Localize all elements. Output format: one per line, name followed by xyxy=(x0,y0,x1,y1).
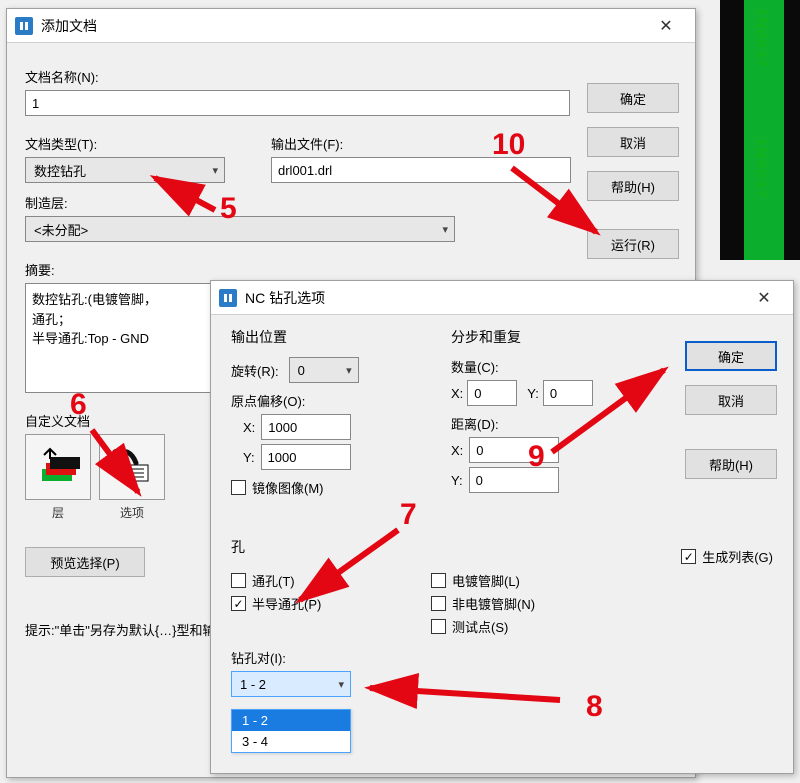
output-pos-group-label: 输出位置 xyxy=(231,327,441,347)
ok-button[interactable]: 确定 xyxy=(587,83,679,113)
testpoint-label: 测试点(S) xyxy=(452,617,508,636)
generate-list-label: 生成列表(G) xyxy=(702,547,773,566)
origin-y-input[interactable] xyxy=(261,444,351,470)
summary-textarea[interactable]: 数控钻孔:(电镀管脚， 通孔； 半导通孔:Top - GND xyxy=(25,283,225,393)
nonplated-label: 非电镀管脚(N) xyxy=(452,594,535,613)
checkbox-box xyxy=(431,619,446,634)
checkbox-box xyxy=(231,573,246,588)
cancel-button[interactable]: 取消 xyxy=(587,127,679,157)
doc-name-input[interactable] xyxy=(25,90,570,116)
rotate-combo[interactable]: 0 ▾ xyxy=(289,357,359,383)
fab-layer-label: 制造层: xyxy=(25,193,573,212)
plated-pin-checkbox[interactable]: 电镀管脚(L) xyxy=(431,571,601,590)
y-label: Y: xyxy=(527,386,539,401)
layer-tool-label: 层 xyxy=(25,504,91,521)
close-button[interactable]: ✕ xyxy=(743,284,785,312)
doc-type-combo[interactable]: 数控钻孔 ▾ xyxy=(25,157,225,183)
count-label: 数量(C): xyxy=(451,357,651,376)
layer-tool-button[interactable] xyxy=(25,434,91,500)
drill-pair-dropdown[interactable]: 1 - 2 3 - 4 xyxy=(231,709,351,753)
fab-layer-value: <未分配> xyxy=(34,220,88,239)
run-button[interactable]: 运行(R) xyxy=(587,229,679,259)
pcb-label: 1N0037 xyxy=(754,8,770,69)
x-label: X: xyxy=(243,420,255,435)
y-label: Y: xyxy=(243,450,255,465)
dropdown-option[interactable]: 3 - 4 xyxy=(232,731,350,752)
rotate-label: 旋转(R): xyxy=(231,361,279,380)
checkbox-box xyxy=(431,573,446,588)
drill-pair-label: 钻孔对(I): xyxy=(231,648,651,667)
count-x-input[interactable] xyxy=(467,380,517,406)
distance-label: 距离(D): xyxy=(451,414,651,433)
x-label: X: xyxy=(451,386,463,401)
partial-label: 半导通孔(P) xyxy=(252,594,321,613)
output-file-input[interactable] xyxy=(271,157,571,183)
fab-layer-combo[interactable]: <未分配> ▾ xyxy=(25,216,455,242)
drill-pair-value: 1 - 2 xyxy=(240,677,266,692)
ok-button[interactable]: 确定 xyxy=(685,341,777,371)
app-icon xyxy=(15,17,33,35)
plated-label: 电镀管脚(L) xyxy=(452,571,520,590)
mirror-checkbox[interactable]: 镜像图像(M) xyxy=(231,478,441,497)
chevron-down-icon: ▾ xyxy=(212,164,218,177)
through-hole-checkbox[interactable]: 通孔(T) xyxy=(231,571,381,590)
checkbox-box xyxy=(231,480,246,495)
close-button[interactable]: ✕ xyxy=(645,12,687,40)
output-file-label: 输出文件(F): xyxy=(271,134,573,153)
generate-list-checkbox[interactable]: ✓ 生成列表(G) xyxy=(681,547,773,566)
doc-type-label: 文档类型(T): xyxy=(25,134,245,153)
y-label: Y: xyxy=(451,473,463,488)
pcb-background-2: 1N0037 xyxy=(720,130,800,260)
testpoint-checkbox[interactable]: 测试点(S) xyxy=(431,617,601,636)
drill-pair-combo[interactable]: 1 - 2 ▾ xyxy=(231,671,351,697)
chevron-down-icon: ▾ xyxy=(338,678,344,691)
checkbox-box: ✓ xyxy=(231,596,246,611)
options-tool-button[interactable] xyxy=(99,434,165,500)
checkbox-box: ✓ xyxy=(681,549,696,564)
nc-drill-options-dialog: NC 钻孔选项 ✕ 输出位置 旋转(R): 0 ▾ 原点偏移(O): X: Y:… xyxy=(210,280,794,774)
count-y-input[interactable] xyxy=(543,380,593,406)
x-label: X: xyxy=(451,443,463,458)
mirror-label: 镜像图像(M) xyxy=(252,478,324,497)
origin-x-input[interactable] xyxy=(261,414,351,440)
summary-line: 半导通孔:Top - GND xyxy=(32,329,218,349)
pcb-label-2: 1N0037 xyxy=(754,138,770,199)
help-button[interactable]: 帮助(H) xyxy=(685,449,777,479)
holes-group-label: 孔 xyxy=(231,537,651,557)
dist-x-input[interactable] xyxy=(469,437,559,463)
chevron-down-icon: ▾ xyxy=(442,223,448,236)
preview-button[interactable]: 预览选择(P) xyxy=(25,547,145,577)
options-tool-label: 选项 xyxy=(99,504,165,521)
cancel-button[interactable]: 取消 xyxy=(685,385,777,415)
summary-label: 摘要: xyxy=(25,260,573,279)
doc-name-label: 文档名称(N): xyxy=(25,67,573,86)
origin-label: 原点偏移(O): xyxy=(231,391,441,410)
dist-y-input[interactable] xyxy=(469,467,559,493)
help-button[interactable]: 帮助(H) xyxy=(587,171,679,201)
step-repeat-group-label: 分步和重复 xyxy=(451,327,651,347)
chevron-down-icon: ▾ xyxy=(346,364,352,377)
dropdown-option[interactable]: 1 - 2 xyxy=(232,710,350,731)
summary-line: 通孔； xyxy=(32,310,218,330)
checkbox-box xyxy=(431,596,446,611)
app-icon xyxy=(219,289,237,307)
through-label: 通孔(T) xyxy=(252,571,295,590)
window-title: NC 钻孔选项 xyxy=(245,288,743,308)
window-title: 添加文档 xyxy=(41,16,645,36)
summary-line: 数控钻孔:(电镀管脚， xyxy=(32,290,218,310)
doc-type-value: 数控钻孔 xyxy=(34,161,86,180)
nonplated-pin-checkbox[interactable]: 非电镀管脚(N) xyxy=(431,594,601,613)
partial-hole-checkbox[interactable]: ✓ 半导通孔(P) xyxy=(231,594,381,613)
titlebar: NC 钻孔选项 ✕ xyxy=(211,281,793,315)
titlebar: 添加文档 ✕ xyxy=(7,9,695,43)
rotate-value: 0 xyxy=(298,363,305,378)
